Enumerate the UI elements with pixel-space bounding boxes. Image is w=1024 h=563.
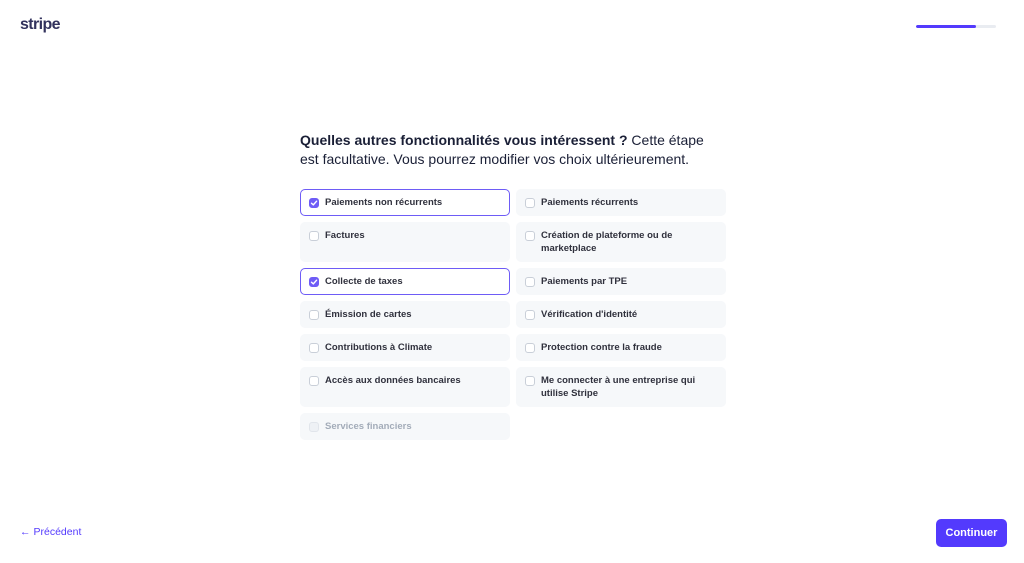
checkbox-checked-icon[interactable]: [309, 276, 319, 287]
feature-option[interactable]: Collecte de taxes: [300, 268, 510, 295]
feature-option-label: Paiements non récurrents: [325, 197, 443, 208]
feature-option[interactable]: Protection contre la fraude: [516, 334, 726, 361]
feature-option-label: Me connecter à une entreprise qui utilis…: [541, 375, 696, 399]
arrow-left-icon: ←: [20, 526, 31, 538]
checkbox-icon[interactable]: [525, 342, 535, 353]
features-options-grid: Paiements non récurrents Paiements récurr…: [300, 189, 726, 440]
feature-option-label: Factures: [325, 230, 365, 241]
progress-bar-fill: [916, 25, 976, 28]
features-step: Quelles autres fonctionnalités vous inté…: [300, 131, 726, 440]
feature-option-label: Vérification d'identité: [541, 309, 638, 320]
stripe-logo[interactable]: stripe: [20, 16, 61, 34]
feature-option-label: Paiements par TPE: [541, 276, 628, 287]
feature-option[interactable]: Vérification d'identité: [516, 301, 726, 328]
feature-option-label: Création de plateforme ou de marketplace: [541, 230, 673, 254]
previous-link[interactable]: ← Précédent: [20, 526, 81, 538]
feature-option-label: Protection contre la fraude: [541, 342, 662, 353]
feature-option: Services financiers: [300, 413, 510, 440]
feature-option[interactable]: Paiements par TPE: [516, 268, 726, 295]
checkbox-icon: [309, 421, 319, 432]
checkbox-icon[interactable]: [309, 342, 319, 353]
checkbox-icon[interactable]: [525, 197, 535, 208]
feature-option[interactable]: Paiements non récurrents: [300, 189, 510, 216]
feature-option[interactable]: Factures: [300, 222, 510, 262]
feature-option-label: Collecte de taxes: [325, 276, 403, 287]
feature-option-label: Accès aux données bancaires: [325, 375, 461, 386]
checkbox-icon[interactable]: [525, 309, 535, 320]
previous-label: Précédent: [33, 526, 82, 538]
checkbox-icon[interactable]: [525, 375, 535, 386]
feature-option[interactable]: Accès aux données bancaires: [300, 367, 510, 407]
step-question: Quelles autres fonctionnalités vous inté…: [300, 131, 726, 169]
checkbox-icon[interactable]: [525, 276, 535, 287]
checkbox-icon[interactable]: [309, 375, 319, 386]
continue-button[interactable]: Continuer: [936, 519, 1007, 547]
feature-option-label: Émission de cartes: [325, 309, 412, 320]
checkbox-icon[interactable]: [525, 230, 535, 241]
checkbox-icon[interactable]: [309, 230, 319, 241]
feature-option[interactable]: Paiements récurrents: [516, 189, 726, 216]
feature-option-label: Paiements récurrents: [541, 197, 639, 208]
progress-bar: [916, 25, 996, 28]
feature-option[interactable]: Émission de cartes: [300, 301, 510, 328]
checkbox-icon[interactable]: [309, 309, 319, 320]
feature-option[interactable]: Création de plateforme ou de marketplace: [516, 222, 726, 262]
onboarding-page: stripe Quelles autres fonctionnalités vo…: [0, 0, 1024, 563]
feature-option-label: Services financiers: [325, 421, 412, 432]
checkbox-checked-icon[interactable]: [309, 197, 319, 208]
question-title: Quelles autres fonctionnalités vous inté…: [300, 132, 628, 148]
feature-option[interactable]: Contributions à Climate: [300, 334, 510, 361]
feature-option[interactable]: Me connecter à une entreprise qui utilis…: [516, 367, 726, 407]
feature-option-label: Contributions à Climate: [325, 342, 433, 353]
